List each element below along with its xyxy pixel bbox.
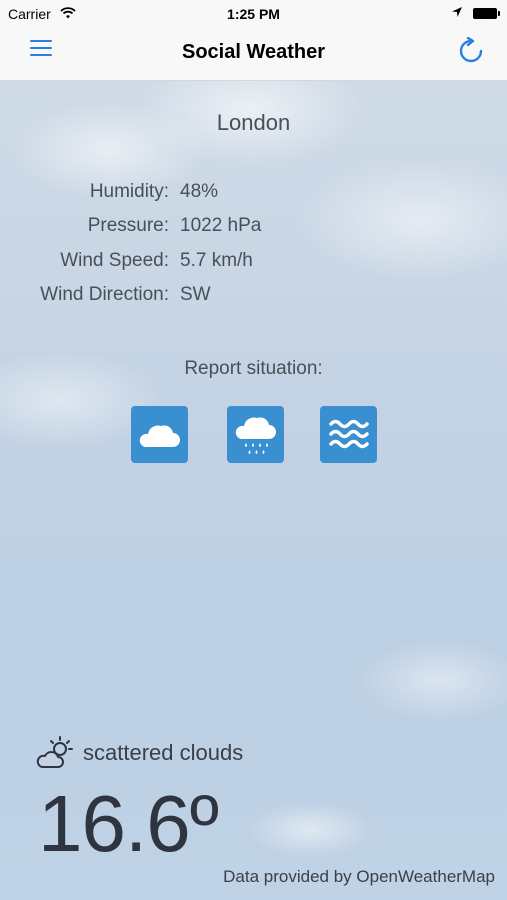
city-name: London <box>216 110 291 135</box>
stat-label: Pressure: <box>87 215 169 236</box>
status-time: 1:25 PM <box>227 6 280 22</box>
rain-cloud-icon <box>235 417 276 454</box>
condition-text: scattered clouds <box>83 740 244 765</box>
waves-icon <box>329 419 369 449</box>
stat-value: 5.7 km/h <box>180 250 253 271</box>
stat-value: 48% <box>180 181 219 202</box>
cloud-icon <box>139 425 180 447</box>
report-flood-button[interactable] <box>320 406 377 463</box>
battery-icon <box>473 8 500 19</box>
report-situation-label: Report situation: <box>184 358 323 379</box>
stat-label: Humidity: <box>89 181 169 202</box>
stat-label: Wind Direction: <box>40 284 169 305</box>
stat-label: Wind Speed: <box>60 250 169 271</box>
stat-row-wind-direction: Wind Direction: SW <box>0 284 507 318</box>
report-rain-button[interactable] <box>227 406 284 463</box>
stat-row-wind-speed: Wind Speed: 5.7 km/h <box>0 250 507 284</box>
stat-row-pressure: Pressure: 1022 hPa <box>0 215 507 249</box>
stat-value: SW <box>180 284 211 305</box>
refresh-icon[interactable] <box>457 37 485 65</box>
status-bar: Carrier 1:25 PM <box>0 0 507 28</box>
stat-value: 1022 hPa <box>180 215 262 236</box>
report-cloudy-button[interactable] <box>131 406 188 463</box>
temperature: 16.6º <box>38 779 219 868</box>
data-credit: Data provided by OpenWeatherMap <box>223 867 495 886</box>
partly-cloudy-icon <box>36 736 73 768</box>
location-arrow-icon <box>452 7 462 17</box>
nav-title: Social Weather <box>181 41 326 63</box>
stat-row-humidity: Humidity: 48% <box>0 181 507 215</box>
